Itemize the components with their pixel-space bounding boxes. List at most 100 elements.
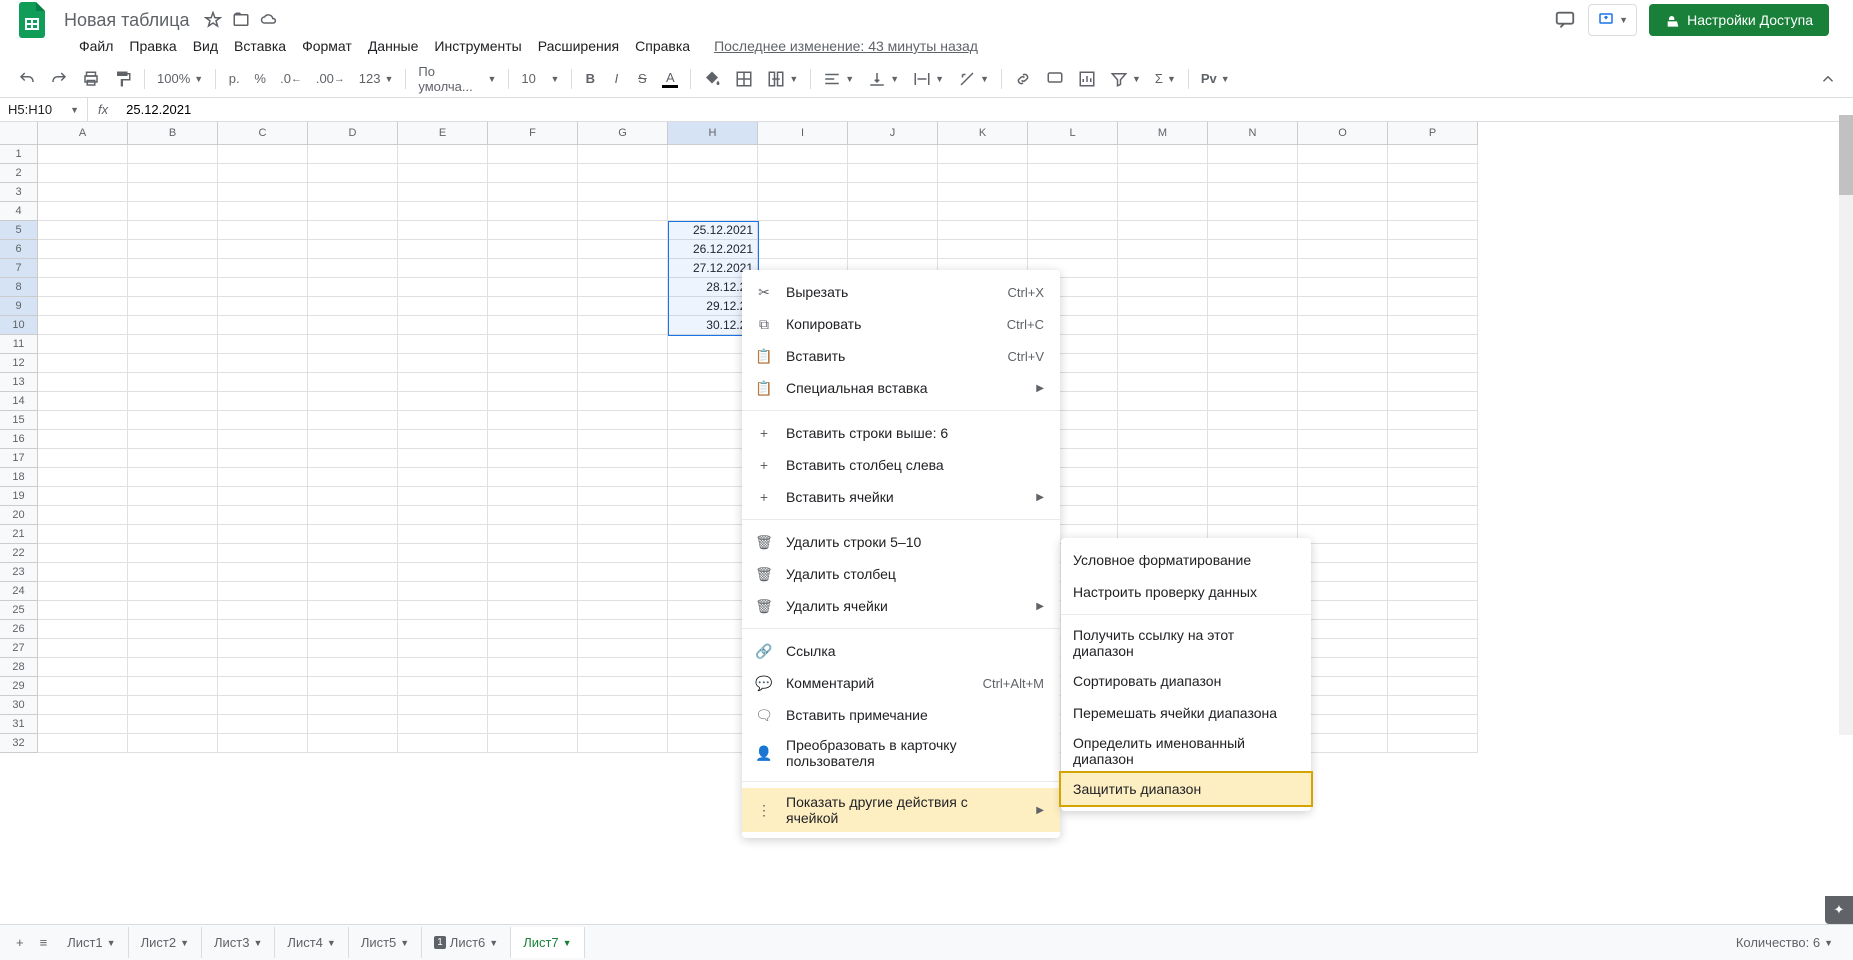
col-header[interactable]: N bbox=[1208, 122, 1298, 144]
cell[interactable] bbox=[1388, 278, 1478, 297]
row-header[interactable]: 11 bbox=[0, 335, 37, 354]
cell[interactable] bbox=[1388, 658, 1478, 677]
cell[interactable] bbox=[218, 335, 308, 354]
cell[interactable] bbox=[128, 620, 218, 639]
cell[interactable] bbox=[128, 544, 218, 563]
cell[interactable] bbox=[398, 658, 488, 677]
sheet-tab-4[interactable]: Лист4▼ bbox=[275, 927, 348, 958]
cell[interactable] bbox=[1298, 658, 1388, 677]
row-header[interactable]: 9 bbox=[0, 297, 37, 316]
cell[interactable] bbox=[1028, 164, 1118, 183]
cell[interactable] bbox=[308, 202, 398, 221]
cell[interactable] bbox=[1118, 411, 1208, 430]
cell[interactable] bbox=[398, 392, 488, 411]
cell[interactable] bbox=[398, 221, 488, 240]
cell[interactable] bbox=[218, 354, 308, 373]
cell[interactable] bbox=[578, 620, 668, 639]
cell[interactable] bbox=[488, 392, 578, 411]
cell[interactable] bbox=[38, 639, 128, 658]
cell[interactable] bbox=[38, 392, 128, 411]
cell[interactable] bbox=[128, 411, 218, 430]
cell[interactable] bbox=[38, 601, 128, 620]
cell[interactable] bbox=[578, 658, 668, 677]
cell[interactable] bbox=[398, 354, 488, 373]
cell[interactable] bbox=[398, 297, 488, 316]
cell[interactable] bbox=[1388, 468, 1478, 487]
cell[interactable] bbox=[1208, 335, 1298, 354]
cell[interactable] bbox=[488, 696, 578, 715]
cell[interactable] bbox=[218, 715, 308, 734]
cell[interactable] bbox=[38, 335, 128, 354]
col-header[interactable]: G bbox=[578, 122, 668, 144]
cell[interactable] bbox=[128, 278, 218, 297]
sub-conditional-format[interactable]: Условное форматирование bbox=[1061, 544, 1311, 576]
cell[interactable] bbox=[1388, 430, 1478, 449]
row-header[interactable]: 21 bbox=[0, 525, 37, 544]
currency-btn[interactable]: р. bbox=[222, 66, 246, 91]
cell[interactable] bbox=[128, 335, 218, 354]
row-header[interactable]: 32 bbox=[0, 734, 37, 753]
cell[interactable] bbox=[578, 582, 668, 601]
cell[interactable] bbox=[218, 677, 308, 696]
cell[interactable] bbox=[128, 297, 218, 316]
cell[interactable] bbox=[578, 373, 668, 392]
cell[interactable] bbox=[1118, 316, 1208, 335]
cell[interactable] bbox=[38, 677, 128, 696]
cell[interactable] bbox=[578, 506, 668, 525]
col-header[interactable]: K bbox=[938, 122, 1028, 144]
cell[interactable] bbox=[1388, 544, 1478, 563]
cell[interactable] bbox=[1208, 487, 1298, 506]
print-icon[interactable] bbox=[76, 65, 106, 93]
select-all-corner[interactable] bbox=[0, 122, 38, 145]
cell[interactable] bbox=[578, 392, 668, 411]
row-header[interactable]: 23 bbox=[0, 563, 37, 582]
italic-icon[interactable]: I bbox=[604, 66, 628, 91]
cell[interactable] bbox=[758, 164, 848, 183]
cell[interactable] bbox=[1298, 544, 1388, 563]
col-header[interactable]: D bbox=[308, 122, 398, 144]
cell[interactable] bbox=[218, 278, 308, 297]
col-header[interactable]: I bbox=[758, 122, 848, 144]
cell[interactable] bbox=[1028, 240, 1118, 259]
cell[interactable] bbox=[1298, 183, 1388, 202]
cell[interactable] bbox=[398, 715, 488, 734]
cell[interactable] bbox=[218, 316, 308, 335]
ctx-delete-col[interactable]: 🗑Удалить столбец bbox=[742, 558, 1060, 590]
cell[interactable] bbox=[38, 354, 128, 373]
cell[interactable] bbox=[308, 392, 398, 411]
rotate-icon[interactable]: ▼ bbox=[952, 66, 995, 92]
cell[interactable] bbox=[938, 202, 1028, 221]
cell[interactable] bbox=[128, 582, 218, 601]
cell[interactable] bbox=[488, 582, 578, 601]
cell[interactable] bbox=[1118, 259, 1208, 278]
cell[interactable] bbox=[218, 392, 308, 411]
wrap-icon[interactable]: ▼ bbox=[907, 66, 950, 92]
cell[interactable] bbox=[758, 202, 848, 221]
cell[interactable] bbox=[1388, 601, 1478, 620]
cell[interactable] bbox=[1208, 316, 1298, 335]
cell[interactable] bbox=[1118, 373, 1208, 392]
cell[interactable] bbox=[1298, 734, 1388, 753]
cell[interactable] bbox=[1388, 525, 1478, 544]
cell[interactable] bbox=[1028, 221, 1118, 240]
cell[interactable] bbox=[308, 164, 398, 183]
fill-color-icon[interactable] bbox=[697, 65, 727, 93]
cell[interactable] bbox=[488, 430, 578, 449]
cell[interactable] bbox=[1298, 259, 1388, 278]
cell[interactable] bbox=[398, 696, 488, 715]
cell[interactable] bbox=[38, 373, 128, 392]
cell[interactable] bbox=[488, 411, 578, 430]
row-header[interactable]: 2 bbox=[0, 164, 37, 183]
cell[interactable] bbox=[308, 544, 398, 563]
cell[interactable] bbox=[398, 430, 488, 449]
cell[interactable] bbox=[1298, 297, 1388, 316]
cell[interactable] bbox=[218, 639, 308, 658]
cell[interactable] bbox=[578, 183, 668, 202]
cell[interactable] bbox=[1388, 145, 1478, 164]
row-header[interactable]: 18 bbox=[0, 468, 37, 487]
cell[interactable] bbox=[1298, 278, 1388, 297]
cell[interactable] bbox=[218, 525, 308, 544]
cell[interactable] bbox=[398, 335, 488, 354]
cell[interactable] bbox=[128, 145, 218, 164]
menu-extensions[interactable]: Расширения bbox=[531, 34, 626, 58]
